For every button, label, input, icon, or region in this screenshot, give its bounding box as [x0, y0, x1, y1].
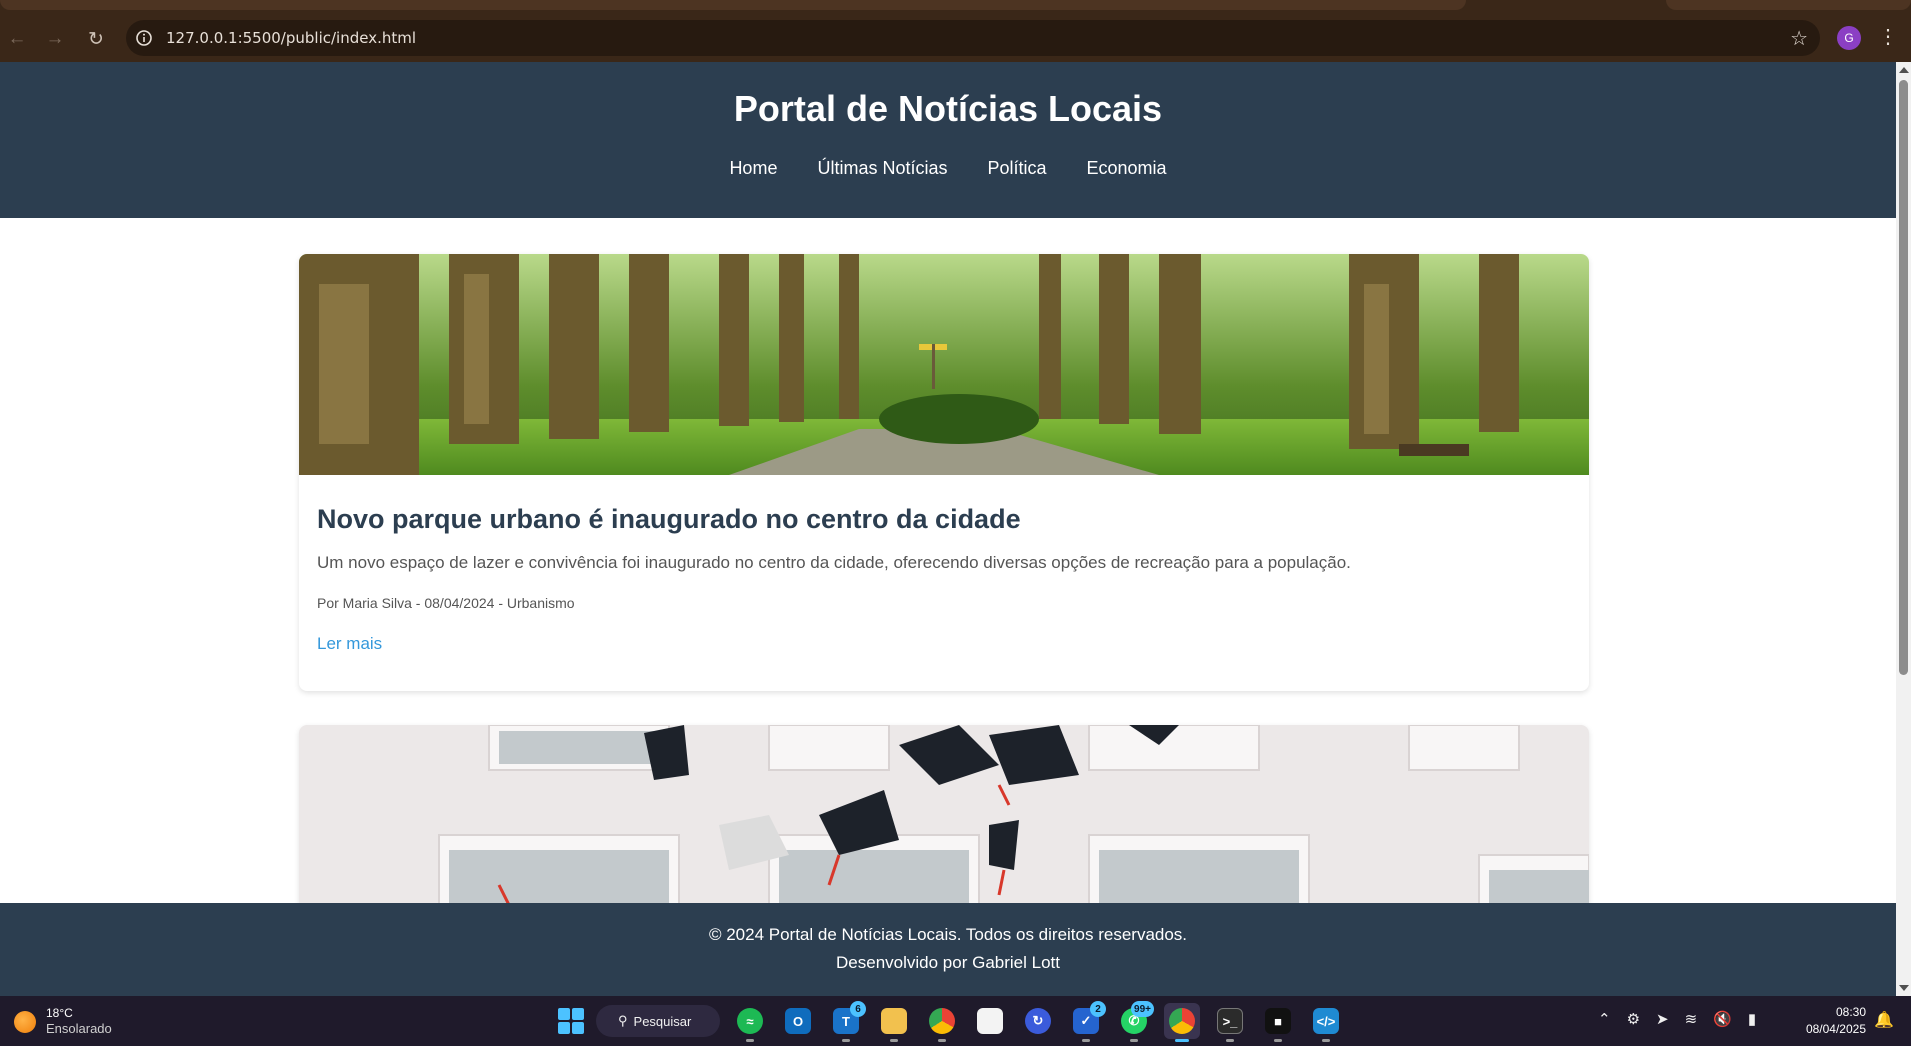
read-more-link[interactable]: Ler mais — [317, 634, 382, 654]
page-viewport: Portal de Notícias Locais Home Últimas N… — [0, 62, 1896, 996]
windows-start-icon[interactable] — [558, 1008, 584, 1034]
spotify-icon: ≈ — [737, 1008, 763, 1034]
nav-link-latest-news[interactable]: Últimas Notícias — [817, 158, 947, 179]
running-indicator — [1175, 1039, 1189, 1042]
scroll-up-arrow-icon[interactable] — [1899, 67, 1909, 73]
clock-time: 08:30 — [1835, 1005, 1866, 1019]
notification-badge: 6 — [850, 1001, 866, 1017]
weather-widget[interactable]: 18°C Ensolarado — [14, 1006, 112, 1037]
terminal-app[interactable]: >_ — [1212, 1003, 1248, 1042]
forward-arrow-icon[interactable]: → — [42, 26, 68, 52]
vscode-app[interactable]: </> — [1308, 1003, 1344, 1042]
weather-condition: Ensolarado — [46, 1021, 112, 1036]
park-trees-image — [299, 254, 1589, 475]
running-indicator — [1226, 1039, 1234, 1042]
terminal-icon: >_ — [1217, 1008, 1243, 1034]
battery-icon[interactable]: ▮ — [1748, 1010, 1756, 1028]
outlook-app[interactable]: O — [780, 1003, 816, 1039]
whatsapp-app[interactable]: ✆ 99+ — [1116, 1001, 1154, 1042]
address-bar[interactable]: 127.0.0.1:5500/public/index.html ☆ — [126, 20, 1820, 56]
weather-temperature: 18°C — [46, 1006, 73, 1020]
todo-app[interactable]: ✓ 2 — [1068, 1001, 1106, 1042]
article-meta: Por Maria Silva - 08/04/2024 - Urbanismo — [317, 595, 575, 611]
location-arrow-icon[interactable]: ➤ — [1656, 1010, 1669, 1028]
profile-avatar[interactable]: G — [1837, 26, 1861, 50]
article-summary: Um novo espaço de lazer e convivência fo… — [317, 553, 1351, 572]
nav-link-economy[interactable]: Economia — [1087, 158, 1167, 179]
running-indicator — [1322, 1039, 1330, 1042]
scroll-down-arrow-icon[interactable] — [1899, 985, 1909, 991]
running-indicator — [1130, 1039, 1138, 1042]
browser-tab-strip — [0, 0, 1911, 14]
clock-date: 08/04/2025 — [1805, 1022, 1866, 1036]
article-title[interactable]: Novo parque urbano é inaugurado no centr… — [317, 504, 1571, 535]
running-indicator — [1082, 1039, 1090, 1042]
notification-bell-icon[interactable]: 🔔 — [1874, 1010, 1894, 1030]
vscode-icon: </> — [1313, 1008, 1339, 1034]
notification-badge: 2 — [1090, 1001, 1106, 1017]
running-indicator — [842, 1039, 850, 1042]
store-app[interactable] — [972, 1003, 1008, 1039]
browser-tab[interactable] — [1666, 0, 1911, 10]
back-arrow-icon[interactable]: ← — [4, 26, 30, 52]
chrome-icon — [1169, 1008, 1195, 1034]
running-indicator — [1274, 1039, 1282, 1042]
system-tray: ⌃ ⚙ ➤ ≋ 🔇 ▮ — [1598, 1010, 1756, 1028]
dark-app[interactable]: ■ — [1260, 1003, 1296, 1042]
gear-icon[interactable]: ⚙ — [1627, 1010, 1640, 1028]
store-icon — [977, 1008, 1003, 1034]
site-title: Portal de Notícias Locais — [733, 88, 1163, 129]
footer-credit: Desenvolvido por Gabriel Lott — [836, 953, 1060, 972]
news-card: Novo parque urbano é inaugurado no centr… — [299, 254, 1589, 691]
sun-icon — [14, 1010, 36, 1033]
file-explorer-app[interactable] — [876, 1003, 912, 1042]
folder-icon — [881, 1008, 907, 1034]
teams-app[interactable]: T 6 — [828, 1001, 866, 1042]
search-icon: ⚲ — [618, 1013, 628, 1028]
taskbar-clock[interactable]: 08:30 08/04/2025 — [1790, 1004, 1866, 1038]
chrome-profile-app[interactable] — [1164, 1003, 1200, 1042]
url-text[interactable]: 127.0.0.1:5500/public/index.html — [166, 29, 416, 47]
running-indicator — [938, 1039, 946, 1042]
scrollbar-thumb[interactable] — [1899, 80, 1908, 675]
bookmark-star-icon[interactable]: ☆ — [1790, 26, 1808, 51]
running-indicator — [890, 1039, 898, 1042]
sync-app[interactable]: ↻ — [1020, 1003, 1056, 1039]
footer-copyright: © 2024 Portal de Notícias Locais. Todos … — [708, 925, 1188, 944]
notification-badge: 99+ — [1131, 1001, 1154, 1017]
spotify-app[interactable]: ≈ — [732, 1003, 768, 1042]
taskbar: 18°C Ensolarado ⚲ Pesquisar ≈ O T 6 ↻ ✓ … — [0, 996, 1911, 1046]
nav-link-home[interactable]: Home — [729, 158, 777, 179]
main-nav: Home Últimas Notícias Política Economia — [0, 158, 1896, 179]
taskbar-apps: ⚲ Pesquisar ≈ O T 6 ↻ ✓ 2 ✆ 99+ >_ ■ </> — [558, 1001, 1344, 1042]
nav-link-politics[interactable]: Política — [987, 158, 1046, 179]
site-header: Portal de Notícias Locais Home Últimas N… — [0, 62, 1896, 218]
browser-tab[interactable] — [0, 0, 1466, 10]
reload-icon[interactable]: ↻ — [83, 26, 109, 52]
chrome-icon — [929, 1008, 955, 1034]
site-info-icon[interactable] — [134, 28, 154, 48]
taskbar-search-label: Pesquisar — [633, 1013, 692, 1029]
site-footer: © 2024 Portal de Notícias Locais. Todos … — [0, 903, 1896, 996]
chrome-app[interactable] — [924, 1003, 960, 1042]
taskbar-search[interactable]: ⚲ Pesquisar — [596, 1005, 720, 1037]
page-scrollbar[interactable] — [1896, 62, 1911, 996]
browser-menu-icon[interactable]: ⋮ — [1878, 24, 1898, 49]
wifi-icon[interactable]: ≋ — [1685, 1010, 1698, 1028]
app-cube-icon: ■ — [1265, 1008, 1291, 1034]
outlook-icon: O — [785, 1008, 811, 1034]
browser-toolbar: ← → ↻ 127.0.0.1:5500/public/index.html ☆… — [0, 14, 1911, 62]
sync-icon: ↻ — [1025, 1008, 1051, 1034]
chevron-up-icon[interactable]: ⌃ — [1598, 1010, 1611, 1028]
running-indicator — [746, 1039, 754, 1042]
speaker-muted-icon[interactable]: 🔇 — [1713, 1010, 1732, 1028]
